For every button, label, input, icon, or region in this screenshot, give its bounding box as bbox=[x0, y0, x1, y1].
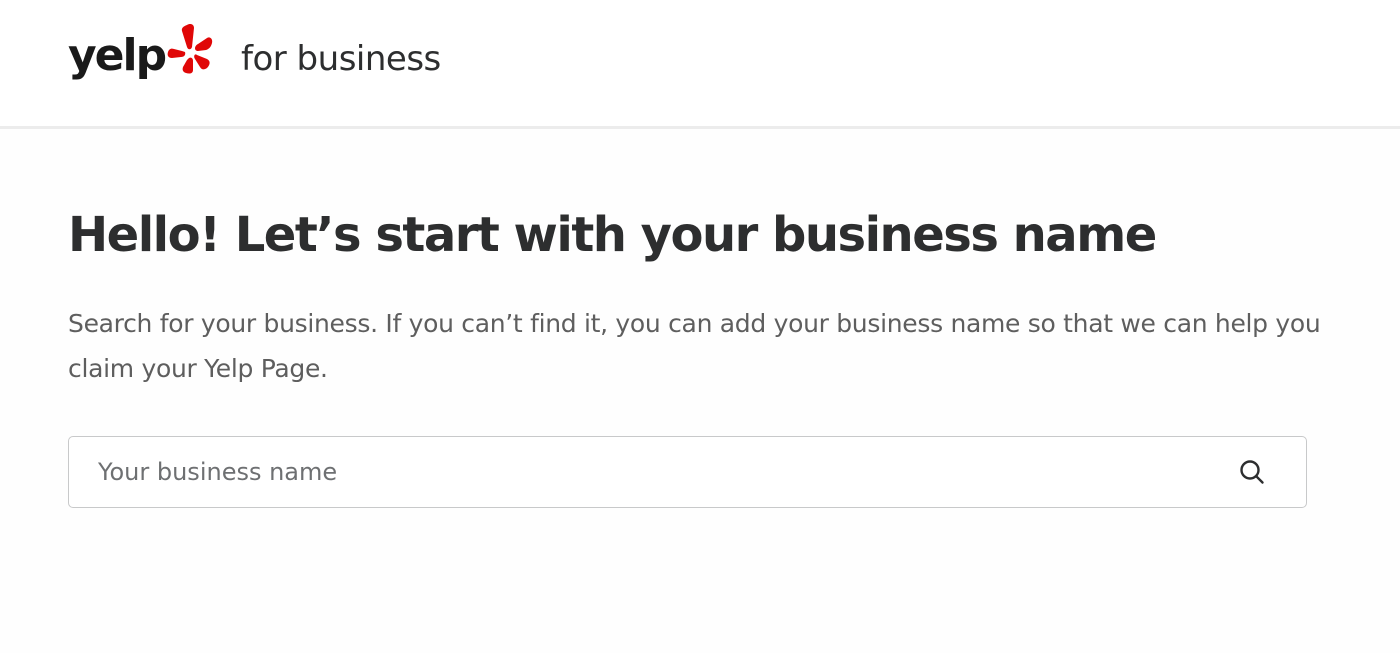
logo-wordmark: yelp bbox=[68, 30, 167, 81]
search-icon[interactable] bbox=[1237, 457, 1267, 487]
yelp-burst-icon bbox=[167, 24, 213, 74]
page-title: Hello! Let’s start with your business na… bbox=[68, 207, 1157, 263]
business-name-input[interactable] bbox=[69, 437, 1237, 507]
main-content: Hello! Let’s start with your business na… bbox=[0, 129, 1400, 653]
page-description: Search for your business. If you can’t f… bbox=[68, 309, 1321, 383]
header: yelp for business bbox=[0, 0, 1400, 129]
yelp-logo[interactable]: yelp bbox=[68, 22, 213, 82]
business-search-box[interactable] bbox=[68, 436, 1307, 508]
logo-subtitle: for business bbox=[241, 39, 441, 79]
